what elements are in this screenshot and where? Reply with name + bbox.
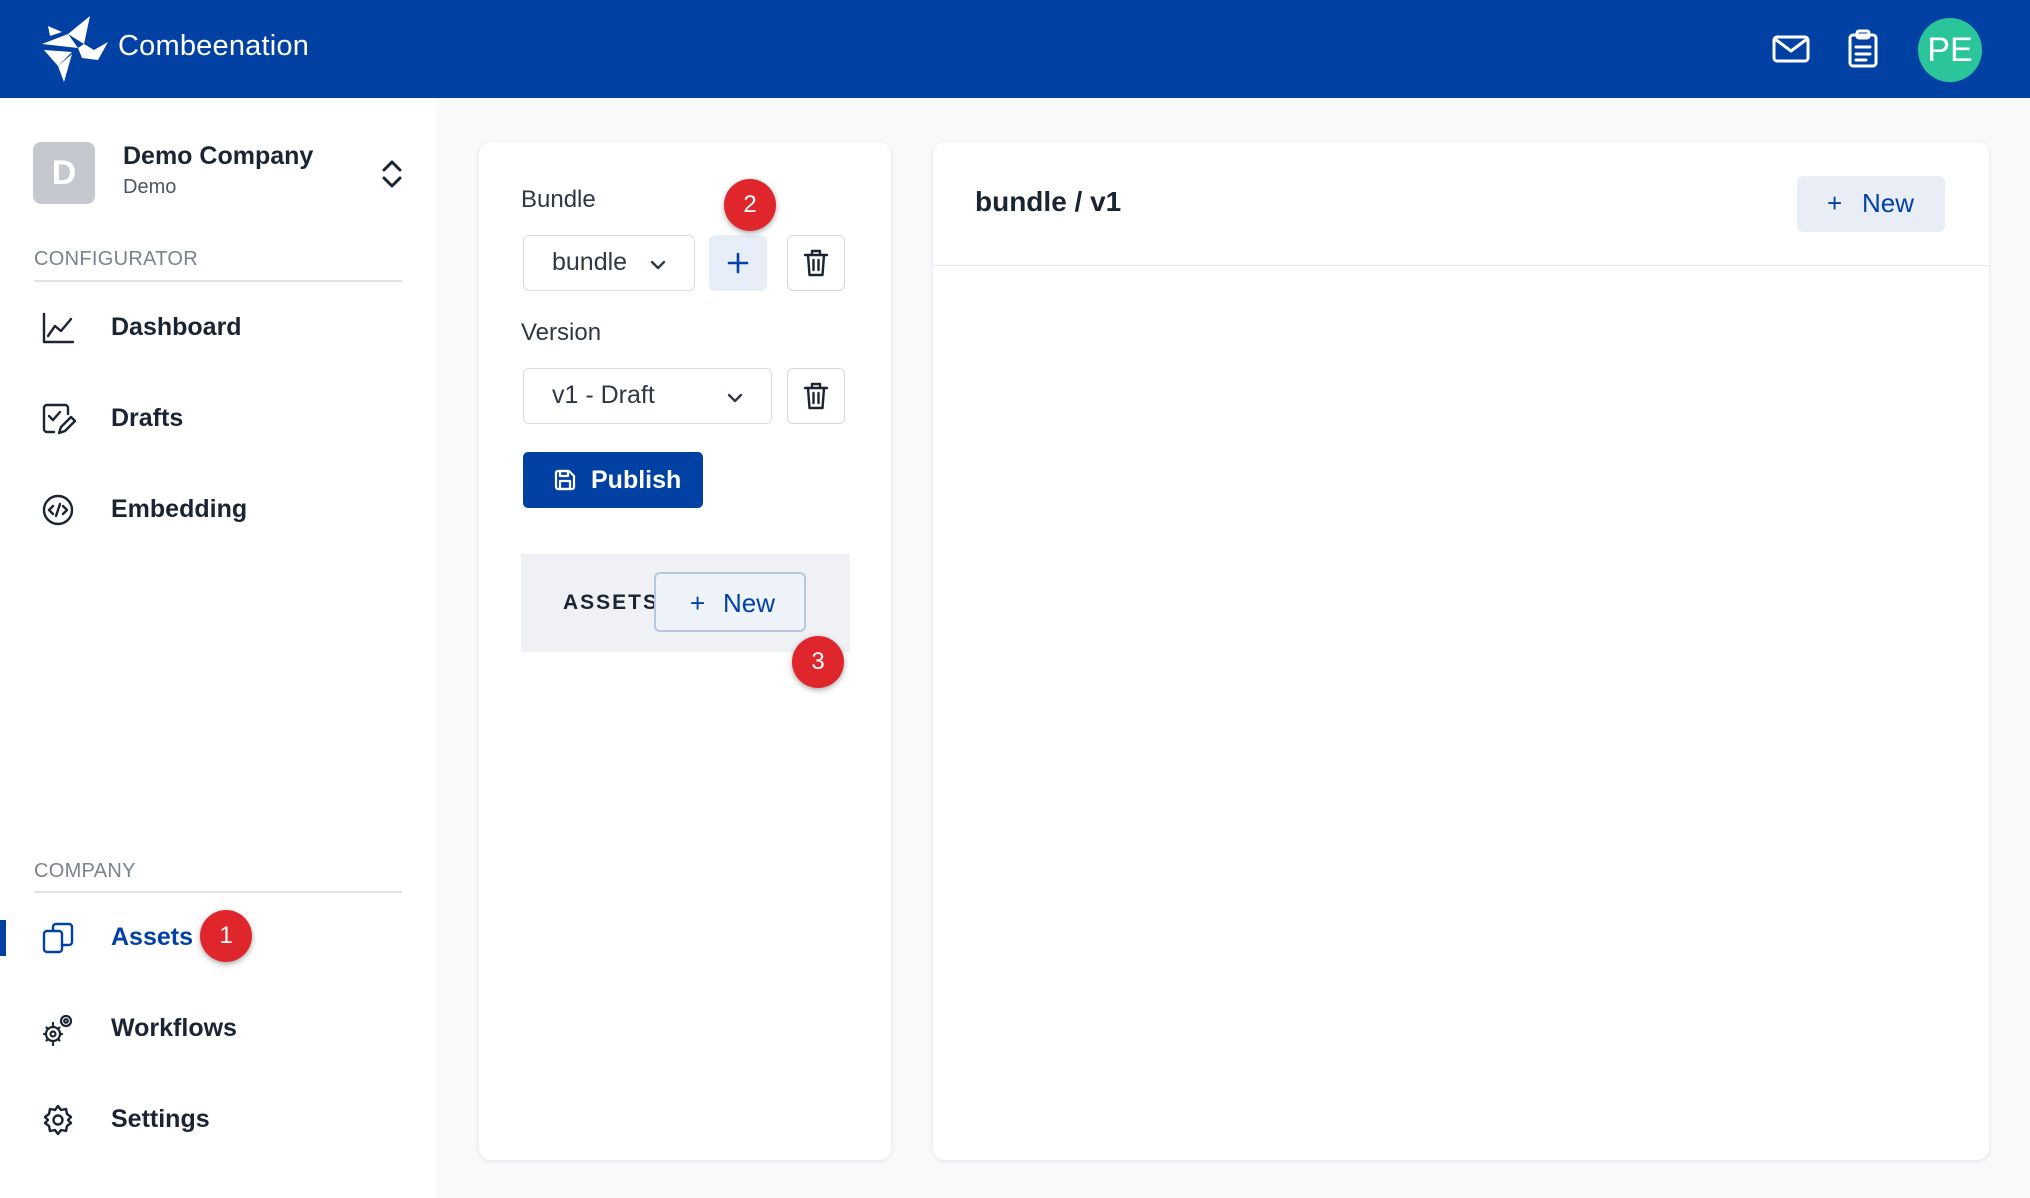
- add-bundle-button[interactable]: [709, 235, 767, 291]
- new-item-button[interactable]: + New: [1797, 176, 1945, 232]
- edit-document-icon: [42, 403, 76, 435]
- version-select-value: v1 - Draft: [552, 381, 655, 409]
- sidebar-item-label: Drafts: [111, 404, 184, 432]
- code-circle-icon: [42, 494, 74, 526]
- org-name[interactable]: Demo Company: [123, 142, 313, 171]
- gear-icon: [43, 1104, 73, 1136]
- version-label: Version: [521, 319, 602, 346]
- brand-name[interactable]: Combeenation: [118, 30, 309, 63]
- sidebar-item-label: Assets: [111, 923, 193, 951]
- plus-icon: [727, 252, 749, 274]
- section-divider: [34, 891, 402, 893]
- main-header-divider: [933, 265, 1989, 266]
- plus-icon: +: [690, 588, 706, 618]
- save-icon: [554, 469, 576, 491]
- bundle-label: Bundle: [521, 186, 596, 213]
- chevron-up-down-icon[interactable]: [378, 156, 406, 192]
- page-title: bundle / v1: [975, 186, 1122, 217]
- delete-version-button[interactable]: [787, 368, 845, 424]
- step-badge-2: 2: [724, 179, 776, 231]
- assets-title: ASSETS: [563, 591, 660, 614]
- sidebar-item-drafts[interactable]: Drafts: [0, 387, 437, 451]
- trash-icon: [803, 249, 829, 277]
- plus-icon: +: [1827, 188, 1843, 218]
- step-badge-3: 3: [792, 636, 844, 688]
- section-label-company: COMPANY: [34, 860, 136, 882]
- bee-logo-icon[interactable]: [38, 14, 114, 84]
- clipboard-icon[interactable]: [1842, 28, 1884, 70]
- sidebar-item-label: Workflows: [111, 1014, 237, 1042]
- sidebar-item-workflows[interactable]: Workflows: [0, 997, 437, 1061]
- version-select[interactable]: v1 - Draft: [523, 368, 772, 424]
- org-subtitle: Demo: [123, 176, 177, 198]
- mail-icon[interactable]: [1770, 28, 1812, 70]
- copy-icon: [42, 922, 74, 954]
- assets-header: ASSETS + New: [521, 554, 850, 652]
- new-asset-label: New: [723, 588, 776, 618]
- sidebar-item-settings[interactable]: Settings: [0, 1088, 437, 1152]
- active-indicator: [0, 920, 6, 956]
- chart-line-icon: [42, 312, 75, 344]
- cogs-icon: [42, 1014, 73, 1047]
- delete-bundle-button[interactable]: [787, 235, 845, 291]
- trash-icon: [803, 382, 829, 410]
- main-panel: [933, 142, 1989, 1160]
- sidebar-item-embedding[interactable]: Embedding: [0, 478, 437, 542]
- bundle-select[interactable]: bundle: [523, 235, 695, 291]
- new-asset-button[interactable]: + New: [654, 572, 806, 632]
- sidebar: D Demo Company Demo CONFIGURATOR Dashboa…: [0, 98, 437, 1198]
- publish-button[interactable]: Publish: [523, 452, 703, 508]
- sidebar-item-label: Dashboard: [111, 313, 242, 341]
- step-badge-1: 1: [200, 910, 252, 962]
- chevron-down-icon: [727, 393, 743, 403]
- sidebar-item-label: Embedding: [111, 495, 248, 523]
- new-item-label: New: [1862, 188, 1915, 218]
- section-label-configurator: CONFIGURATOR: [34, 248, 198, 270]
- sidebar-item-dashboard[interactable]: Dashboard: [0, 296, 437, 360]
- chevron-down-icon: [650, 260, 666, 270]
- user-avatar[interactable]: PE: [1918, 18, 1982, 82]
- bundle-select-value: bundle: [552, 248, 628, 276]
- section-divider: [34, 280, 402, 282]
- org-avatar[interactable]: D: [33, 142, 95, 204]
- sidebar-item-label: Settings: [111, 1105, 210, 1133]
- top-bar: Combeenation PE: [0, 0, 2030, 98]
- publish-label: Publish: [591, 466, 682, 494]
